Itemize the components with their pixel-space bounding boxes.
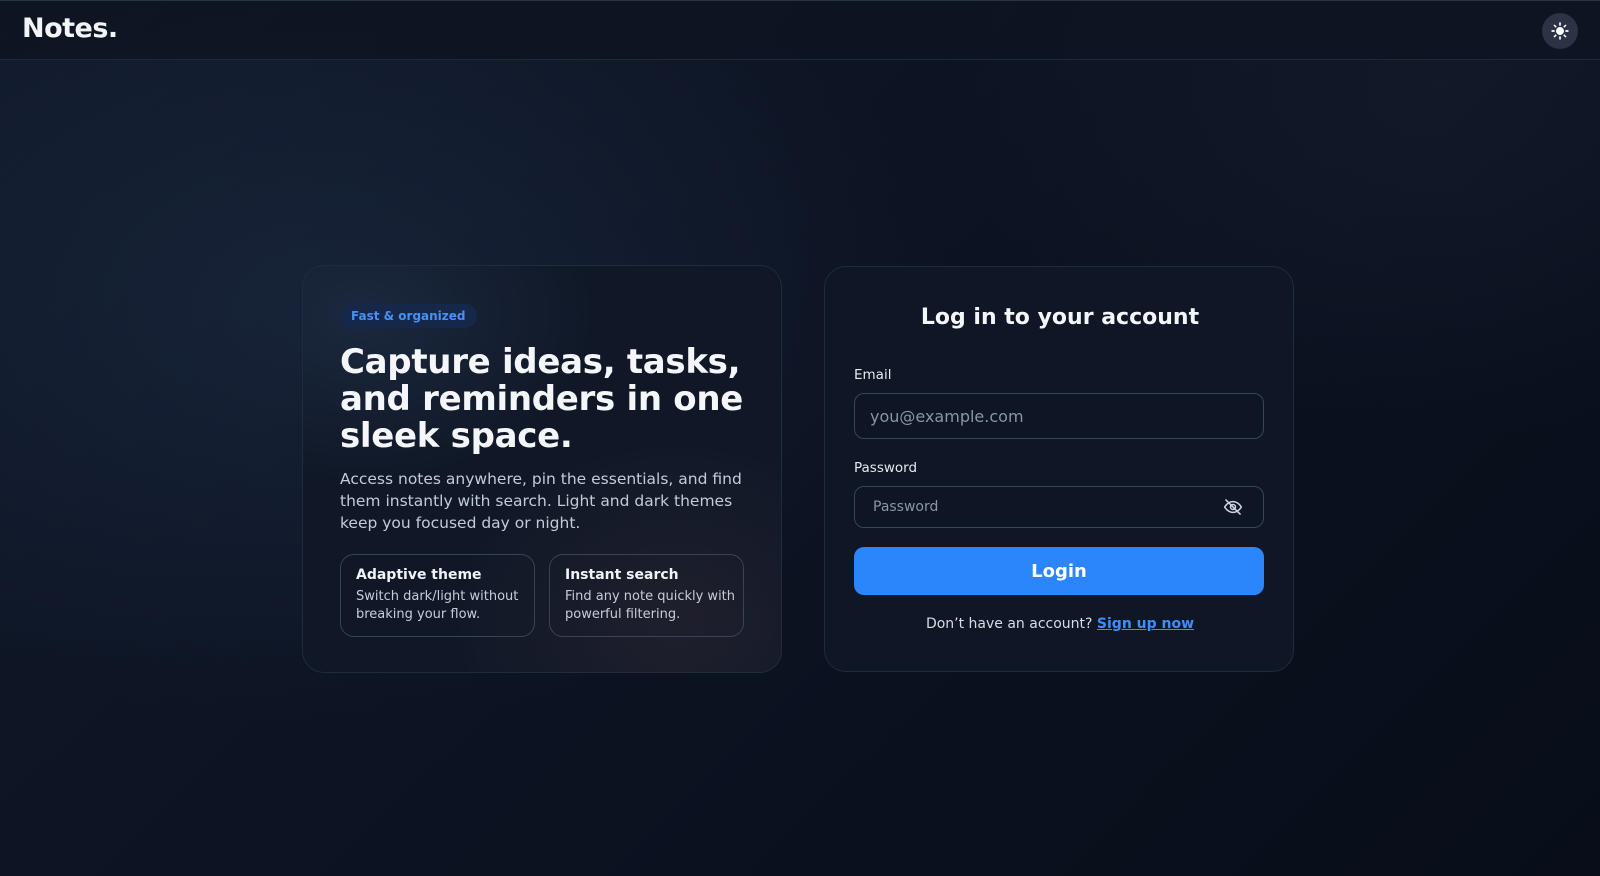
feature-description: Switch dark/light without breaking your … <box>356 589 519 622</box>
sun-icon <box>1551 22 1569 40</box>
login-button[interactable]: Login <box>854 547 1264 595</box>
hero-title: Capture ideas, tasks, and reminders in o… <box>340 342 743 456</box>
app-logo[interactable]: Notes. <box>22 13 118 44</box>
hero-description: Access notes anywhere, pin the essential… <box>340 470 742 532</box>
top-bar: Notes. <box>0 0 1600 60</box>
password-input[interactable] <box>854 486 1264 528</box>
login-title: Log in to your account <box>920 305 1200 330</box>
feature-description: Find any note quickly with powerful filt… <box>565 589 736 622</box>
hero-card: Fast & organized Capture ideas, tasks, a… <box>302 265 782 673</box>
signup-row: Don’t have an account? Sign up now <box>825 616 1295 632</box>
signup-link[interactable]: Sign up now <box>1097 616 1194 632</box>
feature-title: Instant search <box>565 567 679 583</box>
hero-badge: Fast & organized <box>340 304 477 328</box>
signup-prompt: Don’t have an account? <box>925 616 1093 632</box>
login-card: Log in to your account Email Password Lo… <box>824 266 1294 672</box>
theme-toggle-button[interactable] <box>1542 13 1578 49</box>
feature-title: Adaptive theme <box>356 567 482 583</box>
feature-card-adaptive-theme: Adaptive theme Switch dark/light without… <box>340 554 535 637</box>
password-label: Password <box>854 460 918 476</box>
eye-off-icon[interactable] <box>1222 496 1244 518</box>
email-label: Email <box>854 367 892 383</box>
email-input[interactable] <box>854 393 1264 439</box>
feature-card-instant-search: Instant search Find any note quickly wit… <box>549 554 744 637</box>
